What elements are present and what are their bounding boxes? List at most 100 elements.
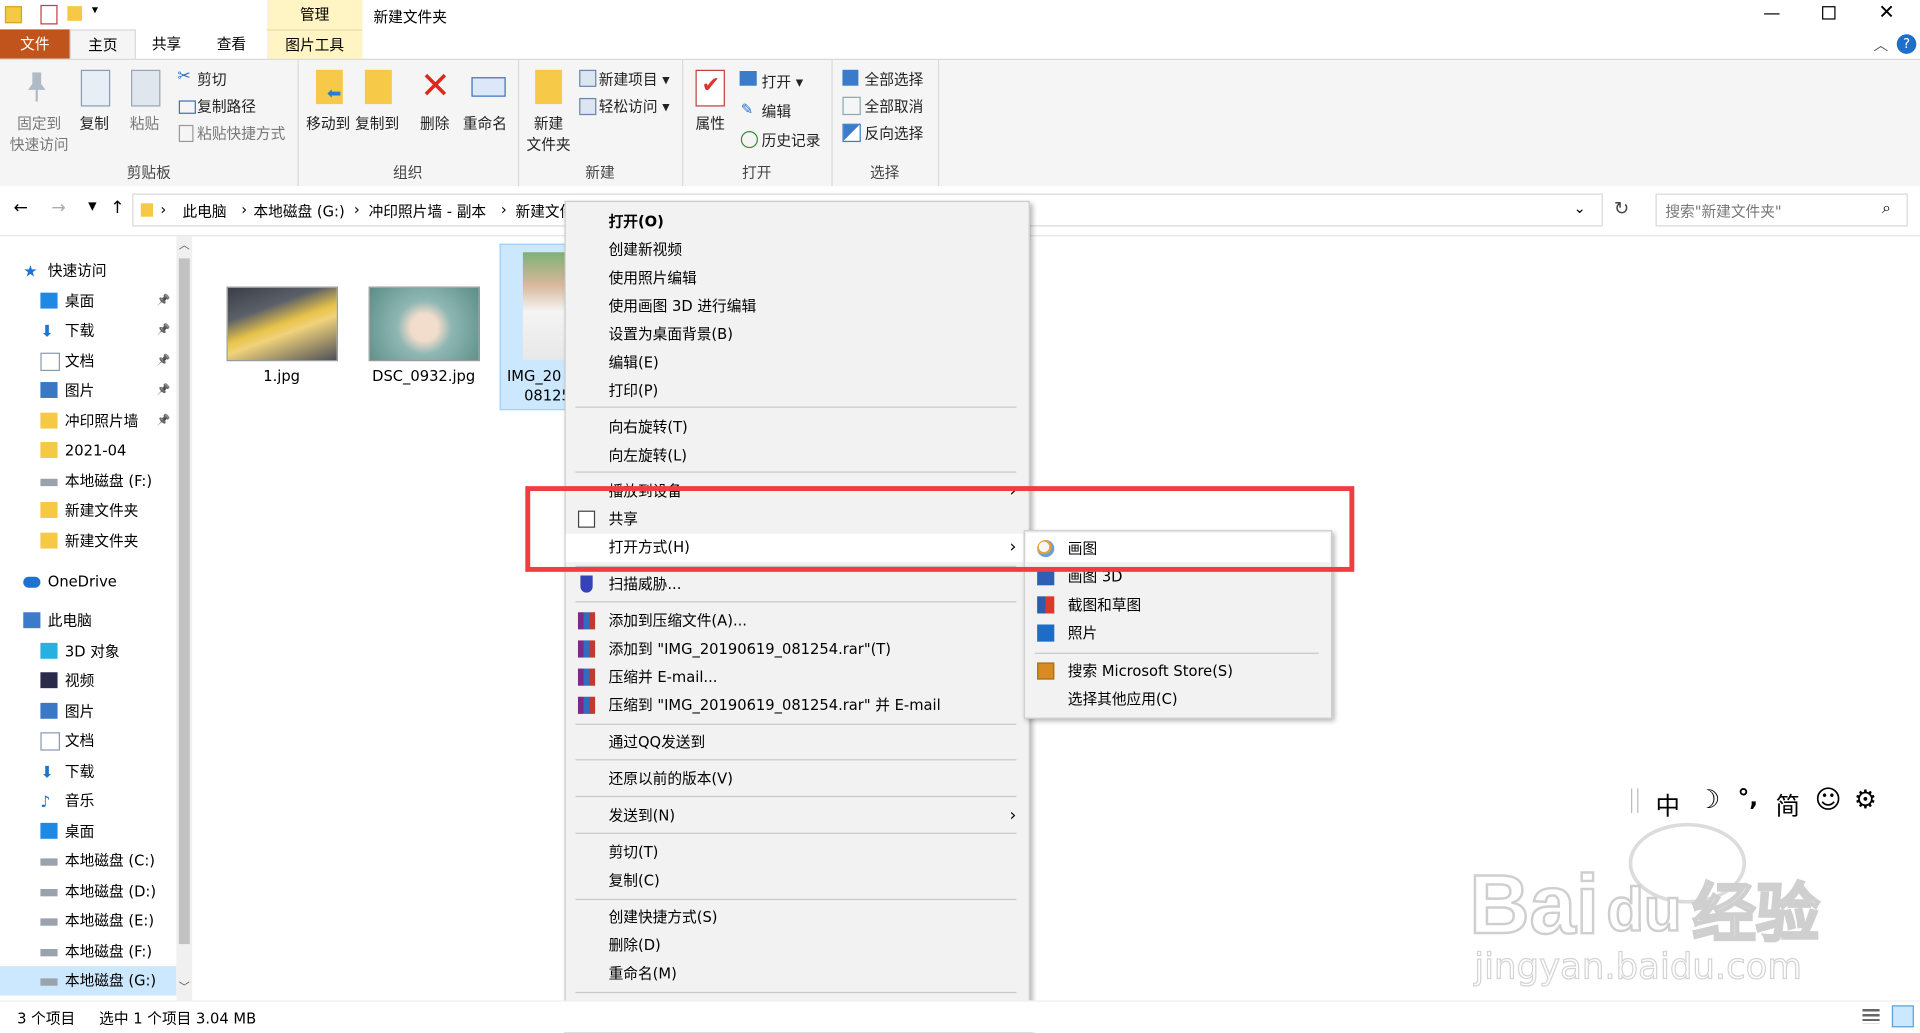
open-button[interactable]: 打开 ▾ xyxy=(762,71,803,92)
scroll-up-icon[interactable]: ︿ xyxy=(179,236,190,252)
breadcrumb-drive-g[interactable]: 本地磁盘 (G:) xyxy=(253,201,344,222)
select-all-button[interactable]: 全部选择 xyxy=(864,69,923,90)
properties-button[interactable]: 属性 xyxy=(696,113,725,134)
menu-copy[interactable]: 复制(C) xyxy=(566,867,1026,895)
nav-item[interactable]: 本地磁盘 (F:) xyxy=(0,937,174,966)
nav-item[interactable]: ♪ 音乐 xyxy=(0,786,174,815)
new-folder-button[interactable]: 新建 文件夹 xyxy=(525,113,572,155)
menu-restore-versions[interactable]: 还原以前的版本(V) xyxy=(566,765,1026,793)
ime-simplified[interactable]: 简 xyxy=(1776,786,1800,822)
file-item[interactable]: DSC_0932.jpg xyxy=(362,279,484,401)
nav-item[interactable]: 图片 📌 xyxy=(0,376,174,405)
breadcrumb-photo-wall[interactable]: 冲印照片墙 - 副本 xyxy=(369,201,487,222)
tab-view[interactable]: 查看 xyxy=(201,29,262,58)
file-item-selected[interactable]: IMG_20 08125 xyxy=(499,243,572,411)
tab-picture-tools[interactable]: 图片工具 xyxy=(266,29,363,59)
menu-rename[interactable]: 重命名(M) xyxy=(566,960,1026,988)
menu-compress-rar-email[interactable]: 压缩到 "IMG_20190619_081254.rar" 并 E-mail xyxy=(566,692,1026,720)
ime-chinese-mode[interactable]: 中 xyxy=(1656,786,1680,822)
large-icons-view-icon[interactable] xyxy=(1891,1005,1914,1028)
pin-icon[interactable]: 📌 xyxy=(157,287,171,316)
breadcrumb-this-pc[interactable]: 此电脑 xyxy=(182,201,226,222)
tab-share[interactable]: 共享 xyxy=(136,29,197,58)
nav-item[interactable]: 桌面 📌 xyxy=(0,287,174,316)
pin-icon[interactable]: 📌 xyxy=(157,407,171,436)
menu-edit-photos[interactable]: 使用照片编辑 xyxy=(566,264,1026,292)
pin-quick-access-button[interactable]: 固定到 快速访问 xyxy=(9,113,70,155)
nav-item[interactable]: ★ 快速访问 xyxy=(0,256,174,285)
menu-add-archive[interactable]: 添加到压缩文件(A)... xyxy=(566,607,1026,635)
nav-item[interactable]: ⬇ 下载 📌 xyxy=(0,316,174,345)
new-item-button[interactable]: 新建项目 ▾ xyxy=(599,69,670,90)
moon-icon[interactable]: ☽ xyxy=(1697,785,1720,814)
menu-scan-threats[interactable]: 扫描威胁... xyxy=(566,571,1026,599)
select-none-button[interactable]: 全部取消 xyxy=(864,96,923,117)
menu-rotate-right[interactable]: 向右旋转(T) xyxy=(566,414,1026,442)
gear-icon[interactable]: ⚙ xyxy=(1854,785,1877,814)
copy-to-button[interactable]: 复制到 xyxy=(355,113,399,134)
emoji-icon[interactable]: ☺ xyxy=(1815,785,1842,814)
nav-item[interactable]: 桌面 xyxy=(0,817,174,846)
nav-item[interactable]: 文档 xyxy=(0,726,174,755)
menu-send-qq[interactable]: 通过QQ发送到 xyxy=(566,729,1026,757)
move-to-button[interactable]: 移动到 xyxy=(306,113,350,134)
menu-open[interactable]: 打开(O) xyxy=(566,208,1026,236)
nav-item[interactable]: 本地磁盘 (D:) xyxy=(0,877,174,906)
ime-grip-icon[interactable] xyxy=(1631,788,1639,814)
nav-item[interactable]: 图片 xyxy=(0,697,174,726)
copy-path-button[interactable]: 复制路径 xyxy=(197,96,256,117)
menu-delete[interactable]: 删除(D) xyxy=(566,932,1026,960)
new-folder-quick-icon[interactable] xyxy=(67,6,83,21)
nav-scrollbar[interactable]: ︿ ﹀ xyxy=(176,236,193,1001)
nav-item[interactable]: ⬇ 下载 xyxy=(0,757,174,786)
submenu-snip[interactable]: 截图和草图 xyxy=(1025,591,1331,619)
nav-item[interactable]: 本地磁盘 (C:) xyxy=(0,846,174,875)
properties-quick-icon[interactable] xyxy=(40,4,58,25)
nav-item[interactable]: 新建文件夹 xyxy=(0,496,174,525)
up-arrow-icon[interactable]: ↑ xyxy=(110,198,124,218)
details-view-icon[interactable] xyxy=(1862,1008,1880,1024)
menu-print[interactable]: 打印(P) xyxy=(566,377,1026,405)
back-arrow-icon[interactable]: ← xyxy=(13,198,27,218)
nav-item[interactable]: 本地磁盘 (F:) xyxy=(0,467,174,496)
nav-item[interactable]: 本地磁盘 (G:) xyxy=(0,966,177,996)
invert-selection-button[interactable]: 反向选择 xyxy=(864,122,923,143)
close-icon[interactable]: ✕ xyxy=(1878,0,1894,23)
menu-edit-paint3d[interactable]: 使用画图 3D 进行编辑 xyxy=(566,293,1026,321)
pin-icon[interactable]: 📌 xyxy=(157,347,171,376)
scroll-down-icon[interactable]: ﹀ xyxy=(179,978,190,994)
recent-chevron-icon[interactable]: ▼ xyxy=(88,201,96,213)
ime-punctuation[interactable]: °, xyxy=(1738,785,1758,812)
menu-add-rar[interactable]: 添加到 "IMG_20190619_081254.rar"(T) xyxy=(566,636,1026,664)
refresh-icon[interactable]: ↻ xyxy=(1614,197,1629,219)
nav-item[interactable]: 冲印照片墙 📌 xyxy=(0,407,174,436)
submenu-other-app[interactable]: 选择其他应用(C) xyxy=(1025,686,1331,714)
pin-icon[interactable]: 📌 xyxy=(157,316,171,345)
tab-home[interactable]: 主页 xyxy=(69,29,136,59)
menu-compress-email[interactable]: 压缩并 E-mail... xyxy=(566,664,1026,692)
cut-button[interactable]: 剪切 xyxy=(197,69,226,90)
help-icon[interactable]: ? xyxy=(1896,34,1917,54)
delete-button[interactable]: 删除 xyxy=(420,113,449,134)
nav-item[interactable]: 本地磁盘 (E:) xyxy=(0,906,174,935)
file-item[interactable]: 1.jpg xyxy=(220,279,342,401)
menu-create-video[interactable]: 创建新视频 xyxy=(566,236,1026,264)
menu-send-to[interactable]: 发送到(N) › xyxy=(566,802,1026,830)
address-dropdown-icon[interactable]: ⌄ xyxy=(1573,200,1585,217)
menu-set-wallpaper[interactable]: 设置为桌面背景(B) xyxy=(566,321,1026,349)
pin-icon[interactable]: 📌 xyxy=(157,376,171,405)
submenu-store[interactable]: 搜索 Microsoft Store(S) xyxy=(1025,658,1331,686)
copy-button[interactable]: 复制 xyxy=(80,113,109,134)
collapse-ribbon-icon[interactable]: ︿ xyxy=(1873,34,1888,55)
nav-item[interactable]: 此电脑 xyxy=(0,606,174,635)
search-box[interactable]: 搜索"新建文件夹" ⌕ xyxy=(1655,193,1908,227)
paste-button[interactable]: 粘贴 xyxy=(130,113,159,134)
menu-create-shortcut[interactable]: 创建快捷方式(S) xyxy=(566,904,1026,932)
history-button[interactable]: 历史记录 xyxy=(762,130,821,151)
nav-item[interactable]: 3D 对象 xyxy=(0,637,174,666)
forward-arrow-icon[interactable]: → xyxy=(51,198,65,218)
menu-edit[interactable]: 编辑(E) xyxy=(566,349,1026,377)
nav-item[interactable]: OneDrive xyxy=(0,567,174,596)
submenu-photos[interactable]: 照片 xyxy=(1025,620,1331,648)
customize-toolbar-icon[interactable]: ▾ xyxy=(92,4,98,17)
